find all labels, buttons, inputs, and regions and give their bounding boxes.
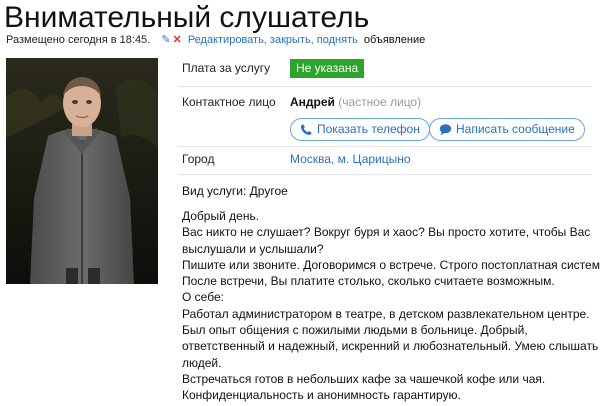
pencil-icon[interactable]: ✎ [161,34,170,46]
speech-bubble-icon [439,124,452,136]
listing-description: Добрый день. Вас никто не слушает? Вокру… [182,208,600,404]
price-label: Плата за услугу [182,61,271,75]
description-line: После встречи, Вы платите столько, сколь… [182,274,555,289]
delete-icon[interactable]: ✕ [173,34,182,46]
price-badge: Не указана [290,59,365,78]
contact-kind: (частное лицо) [338,95,422,109]
listing-photo[interactable] [6,58,158,284]
divider [178,174,592,175]
write-message-label: Написать сообщение [456,122,575,136]
description-line: О себе: [182,290,224,305]
description-line: ответственный и надежный, искренний и лю… [182,339,599,354]
show-phone-label: Показать телефон [317,122,420,136]
page-title: Внимательный слушатель [4,1,370,34]
show-phone-button[interactable]: Показать телефон [290,118,430,141]
description-line: Добрый день. [182,209,260,223]
city-label: Город [182,152,215,166]
phone-icon [300,124,312,135]
description-line: Встречаться готов в небольших кафе за ча… [182,371,546,386]
description-line: Был опыт общения с пожилыми людьми в бол… [182,323,528,338]
description-line: Конфиденциальность и анонимность гаранти… [182,388,461,403]
description-line: людей. [182,355,222,370]
contact-name: Андрей [290,95,335,109]
manage-listing-link[interactable]: Редактировать, закрыть, поднять [188,34,358,46]
city-link[interactable]: Москва, м. Царицыно [290,152,411,167]
contact-label: Контактное лицо [182,95,276,109]
description-line: Вас никто не слушает? Вокруг буря и хаос… [182,225,591,240]
description-line: Работал администратором в театре, в детс… [182,306,590,321]
service-type: Вид услуги: Другое [182,184,288,198]
contact-person: Андрей (частное лицо) [290,95,421,110]
description-line: выслушали и услышали? [182,241,324,256]
person-photo [6,58,158,284]
listing-meta: Размещено сегодня в 18:45. ✎ ✕ Редактиров… [6,33,425,47]
write-message-button[interactable]: Написать сообщение [429,118,585,141]
description-line: Пишите или звоните. Договоримся о встреч… [182,257,600,272]
listing-word: объявление [363,34,426,46]
divider [178,86,592,87]
divider [178,146,592,147]
posted-time: Размещено сегодня в 18:45. [6,34,151,46]
